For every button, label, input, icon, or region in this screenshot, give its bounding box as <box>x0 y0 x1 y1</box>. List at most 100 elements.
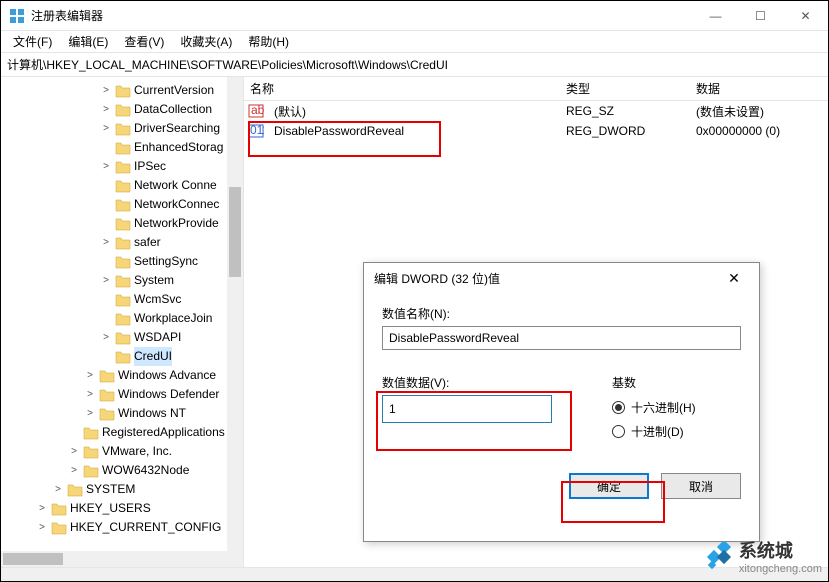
svg-text:ab: ab <box>251 103 264 117</box>
close-button[interactable]: ✕ <box>783 1 828 30</box>
addressbar[interactable]: 计算机\HKEY_LOCAL_MACHINE\SOFTWARE\Policies… <box>1 53 828 77</box>
tree-item-label: SettingSync <box>134 252 198 271</box>
menu-view[interactable]: 查看(V) <box>116 31 172 52</box>
menu-help[interactable]: 帮助(H) <box>240 31 297 52</box>
menu-fav[interactable]: 收藏夹(A) <box>172 31 240 52</box>
svg-text:011: 011 <box>250 123 264 137</box>
tree-item[interactable]: WcmSvc <box>1 290 243 309</box>
dialog-titlebar[interactable]: 编辑 DWORD (32 位)值 ✕ <box>364 263 759 293</box>
tree-item[interactable]: > IPSec <box>1 157 243 176</box>
tree-item[interactable]: >Windows Defender <box>1 385 243 404</box>
window-controls: — ☐ ✕ <box>693 1 828 30</box>
folder-icon <box>115 122 131 136</box>
radio-dec[interactable]: 十进制(D) <box>612 419 696 443</box>
expand-icon[interactable]: > <box>36 518 48 537</box>
tree-item[interactable]: >DriverSearching <box>1 119 243 138</box>
menu-edit[interactable]: 编辑(E) <box>60 31 116 52</box>
tree-item[interactable]: NetworkConnec <box>1 195 243 214</box>
tree-item[interactable]: > safer <box>1 233 243 252</box>
value-data-field[interactable] <box>382 395 552 423</box>
folder-icon <box>115 84 131 98</box>
value-name-field[interactable] <box>382 326 741 350</box>
cell-name: DisablePasswordReveal <box>268 124 560 138</box>
value-data-label: 数值数据(V): <box>382 374 572 391</box>
expand-icon[interactable]: > <box>100 328 112 347</box>
address-path: 计算机\HKEY_LOCAL_MACHINE\SOFTWARE\Policies… <box>7 56 448 73</box>
expand-icon[interactable]: > <box>100 81 112 100</box>
expand-icon[interactable]: > <box>36 499 48 518</box>
list-row[interactable]: 011DisablePasswordRevealREG_DWORD0x00000… <box>244 121 828 141</box>
expand-icon[interactable]: > <box>84 385 96 404</box>
tree-item[interactable]: > Windows Advance <box>1 366 243 385</box>
minimize-button[interactable]: — <box>693 1 738 30</box>
tree-item[interactable]: RegisteredApplications <box>1 423 243 442</box>
expand-icon[interactable]: > <box>100 271 112 290</box>
menubar: 文件(F) 编辑(E) 查看(V) 收藏夹(A) 帮助(H) <box>1 31 828 53</box>
expand-icon[interactable]: > <box>52 480 64 499</box>
radio-hex[interactable]: 十六进制(H) <box>612 395 696 419</box>
tree-item[interactable]: > Windows NT <box>1 404 243 423</box>
string-value-icon: ab <box>248 103 264 119</box>
window-title: 注册表编辑器 <box>31 7 693 24</box>
expand-icon[interactable]: > <box>84 404 96 423</box>
col-name[interactable]: 名称 <box>244 80 560 97</box>
tree-item[interactable]: EnhancedStorag <box>1 138 243 157</box>
cell-data: (数值未设置) <box>690 103 828 120</box>
tree-item[interactable]: >SYSTEM <box>1 480 243 499</box>
expand-icon[interactable]: > <box>68 442 80 461</box>
folder-icon <box>115 236 131 250</box>
tree-item[interactable]: > VMware, Inc. <box>1 442 243 461</box>
tree-item-label: IPSec <box>134 157 166 176</box>
folder-icon <box>83 445 99 459</box>
list-row[interactable]: ab(默认)REG_SZ(数值未设置) <box>244 101 828 121</box>
folder-icon <box>115 217 131 231</box>
folder-icon <box>115 141 131 155</box>
folder-icon <box>115 160 131 174</box>
tree-scrollbar-vertical[interactable] <box>227 77 243 567</box>
tree-item-label: Windows NT <box>118 404 186 423</box>
expand-icon[interactable]: > <box>84 366 96 385</box>
col-data[interactable]: 数据 <box>690 80 828 97</box>
folder-icon <box>51 521 67 535</box>
cancel-button[interactable]: 取消 <box>661 473 741 499</box>
tree-item[interactable]: Network Conne <box>1 176 243 195</box>
expand-icon[interactable]: > <box>68 461 80 480</box>
folder-icon <box>115 255 131 269</box>
expand-icon[interactable]: > <box>100 157 112 176</box>
tree-item-label: NetworkConnec <box>134 195 219 214</box>
tree-item[interactable]: >System <box>1 271 243 290</box>
tree-item[interactable]: > WSDAPI <box>1 328 243 347</box>
dialog-close-icon[interactable]: ✕ <box>719 270 749 287</box>
expand-icon[interactable]: > <box>100 233 112 252</box>
folder-icon <box>115 179 131 193</box>
radio-icon <box>612 401 625 414</box>
tree-item[interactable]: >HKEY_USERS <box>1 499 243 518</box>
tree-item[interactable]: > DataCollection <box>1 100 243 119</box>
value-name-label: 数值名称(N): <box>382 305 741 322</box>
tree-item[interactable]: NetworkProvide <box>1 214 243 233</box>
menu-file[interactable]: 文件(F) <box>5 31 60 52</box>
maximize-button[interactable]: ☐ <box>738 1 783 30</box>
tree-item[interactable]: >HKEY_CURRENT_CONFIG <box>1 518 243 537</box>
tree-item-label: DataCollection <box>134 100 212 119</box>
expand-icon[interactable]: > <box>100 119 112 138</box>
tree-item[interactable]: >CurrentVersion <box>1 81 243 100</box>
tree-item[interactable]: WorkplaceJoin <box>1 309 243 328</box>
folder-icon <box>67 483 83 497</box>
tree-item-label: WcmSvc <box>134 290 181 309</box>
folder-icon <box>115 198 131 212</box>
ok-button[interactable]: 确定 <box>569 473 649 499</box>
tree-item-label: VMware, Inc. <box>102 442 172 461</box>
tree-item-label: WSDAPI <box>134 328 181 347</box>
tree-item[interactable]: CredUI <box>1 347 243 366</box>
tree-item-label: Windows Advance <box>118 366 216 385</box>
base-label: 基数 <box>612 374 696 391</box>
col-type[interactable]: 类型 <box>560 80 690 97</box>
tree-item[interactable]: >WOW6432Node <box>1 461 243 480</box>
tree-item-label: safer <box>134 233 161 252</box>
tree-item[interactable]: SettingSync <box>1 252 243 271</box>
expand-icon[interactable]: > <box>100 100 112 119</box>
folder-icon <box>83 426 99 440</box>
tree-scrollbar-horizontal[interactable] <box>1 551 243 567</box>
tree-root[interactable]: >CurrentVersion>DataCollection>DriverSea… <box>1 81 243 537</box>
